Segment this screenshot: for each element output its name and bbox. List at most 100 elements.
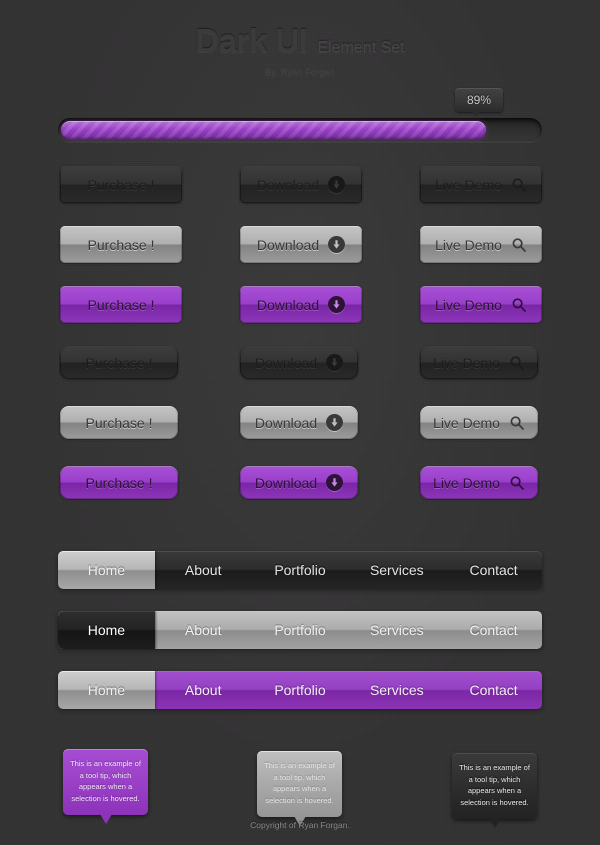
progress-bar[interactable] bbox=[58, 118, 542, 142]
button-cell: Purchase ! bbox=[60, 346, 178, 379]
button-cell: Live Demo bbox=[420, 286, 542, 323]
nav-item-portfolio[interactable]: Portfolio bbox=[252, 611, 349, 649]
purchase-button[interactable]: Purchase ! bbox=[60, 406, 178, 439]
download-button[interactable]: Download bbox=[240, 166, 362, 203]
page-header: Dark UI Element Set By, Ryan Forgan bbox=[0, 22, 600, 77]
button-cell: Live Demo bbox=[420, 466, 538, 499]
button-label: Purchase ! bbox=[87, 236, 155, 253]
nav-item-about[interactable]: About bbox=[155, 551, 252, 589]
button-cell: Download bbox=[240, 226, 362, 263]
purchase-button[interactable]: Purchase ! bbox=[60, 226, 182, 263]
nav-item-label: Home bbox=[87, 682, 126, 698]
navbar-purple[interactable]: Home About Portfolio Services Contact bbox=[58, 671, 542, 709]
navbar-dark[interactable]: Home About Portfolio Services Contact bbox=[58, 551, 542, 589]
title-main: Dark UI bbox=[195, 22, 308, 59]
button-cell: Purchase ! bbox=[60, 166, 182, 203]
button-cell: Live Demo bbox=[420, 226, 542, 263]
nav-item-services[interactable]: Services bbox=[348, 551, 445, 589]
button-cell: Live Demo bbox=[420, 166, 542, 203]
button-row: Purchase ! Download Live Demo bbox=[0, 346, 600, 406]
button-label: Live Demo bbox=[433, 474, 500, 491]
live-demo-button[interactable]: Live Demo bbox=[420, 166, 542, 203]
button-cell: Purchase ! bbox=[60, 286, 182, 323]
tooltip-silver: This is an example of a tool tip, which … bbox=[257, 751, 342, 825]
nav-item-about[interactable]: About bbox=[155, 671, 252, 709]
nav-item-portfolio[interactable]: Portfolio bbox=[252, 551, 349, 589]
nav-item-home[interactable]: Home bbox=[58, 611, 155, 649]
nav-item-contact[interactable]: Contact bbox=[445, 611, 542, 649]
nav-item-contact[interactable]: Contact bbox=[445, 551, 542, 589]
tooltip-text: This is an example of a tool tip, which … bbox=[264, 761, 335, 805]
nav-item-label: Services bbox=[369, 682, 424, 698]
button-row: Purchase ! Download Live Demo bbox=[0, 226, 600, 286]
purchase-button[interactable]: Purchase ! bbox=[60, 286, 182, 323]
nav-item-label: About bbox=[184, 562, 222, 578]
live-demo-button[interactable]: Live Demo bbox=[420, 346, 538, 379]
magnifier-search-icon bbox=[509, 415, 525, 431]
nav-item-portfolio[interactable]: Portfolio bbox=[252, 671, 349, 709]
download-circle-arrow-icon bbox=[328, 236, 346, 253]
button-cell: Download bbox=[240, 346, 358, 379]
purchase-button[interactable]: Purchase ! bbox=[60, 346, 178, 379]
author-byline: By, Ryan Forgan bbox=[265, 67, 335, 77]
download-button[interactable]: Download bbox=[240, 406, 358, 439]
purchase-button[interactable]: Purchase ! bbox=[60, 466, 178, 499]
live-demo-button[interactable]: Live Demo bbox=[420, 466, 538, 499]
button-cell: Download bbox=[240, 166, 362, 203]
button-cell: Download bbox=[240, 286, 362, 323]
tooltip-purple: This is an example of a tool tip, which … bbox=[63, 749, 148, 823]
button-label: Live Demo bbox=[435, 236, 502, 253]
nav-item-services[interactable]: Services bbox=[348, 671, 445, 709]
nav-item-about[interactable]: About bbox=[155, 611, 252, 649]
button-cell: Download bbox=[240, 406, 358, 439]
download-button[interactable]: Download bbox=[240, 286, 362, 323]
button-label: Live Demo bbox=[435, 176, 502, 193]
tooltip-dark: This is an example of a tool tip, which … bbox=[452, 753, 537, 827]
button-cell: Purchase ! bbox=[60, 226, 182, 263]
nav-item-label: Portfolio bbox=[274, 622, 326, 638]
nav-item-label: Portfolio bbox=[274, 682, 326, 698]
button-label: Download bbox=[254, 414, 318, 431]
download-button[interactable]: Download bbox=[240, 346, 358, 379]
progress-percent-label: 89% bbox=[466, 93, 492, 107]
button-label: Live Demo bbox=[433, 414, 500, 431]
purchase-button[interactable]: Purchase ! bbox=[60, 166, 182, 203]
download-button[interactable]: Download bbox=[240, 226, 362, 263]
button-grid: Purchase ! Download Live Demo Purchase ! Dow… bbox=[0, 166, 600, 526]
nav-item-label: Contact bbox=[469, 562, 518, 578]
button-row: Purchase ! Download Live Demo bbox=[0, 286, 600, 346]
magnifier-search-icon bbox=[511, 237, 527, 253]
download-circle-arrow-icon bbox=[328, 176, 346, 193]
button-label: Download bbox=[254, 354, 318, 371]
button-label: Live Demo bbox=[435, 296, 502, 313]
live-demo-button[interactable]: Live Demo bbox=[420, 286, 542, 323]
live-demo-button[interactable]: Live Demo bbox=[420, 226, 542, 263]
magnifier-search-icon bbox=[511, 297, 527, 313]
tooltip-text: This is an example of a tool tip, which … bbox=[459, 763, 530, 807]
nav-item-label: About bbox=[184, 622, 222, 638]
title-subtitle: Element Set bbox=[317, 39, 405, 56]
button-label: Purchase ! bbox=[87, 176, 155, 193]
magnifier-search-icon bbox=[511, 177, 527, 193]
progress-fill bbox=[61, 121, 487, 139]
button-label: Download bbox=[256, 296, 320, 313]
button-cell: Purchase ! bbox=[60, 406, 178, 439]
nav-item-label: Contact bbox=[469, 682, 518, 698]
live-demo-button[interactable]: Live Demo bbox=[420, 406, 538, 439]
nav-item-services[interactable]: Services bbox=[348, 611, 445, 649]
button-label: Download bbox=[256, 176, 320, 193]
button-row: Purchase ! Download Live Demo bbox=[0, 406, 600, 466]
download-button[interactable]: Download bbox=[240, 466, 358, 499]
progress-track[interactable] bbox=[58, 118, 542, 142]
nav-item-home[interactable]: Home bbox=[58, 551, 155, 589]
button-label: Purchase ! bbox=[87, 296, 155, 313]
button-label: Download bbox=[256, 236, 320, 253]
navbar-silver[interactable]: Home About Portfolio Services Contact bbox=[58, 611, 542, 649]
button-cell: Purchase ! bbox=[60, 466, 178, 499]
nav-item-label: Services bbox=[369, 622, 424, 638]
nav-item-label: Services bbox=[369, 562, 424, 578]
nav-item-contact[interactable]: Contact bbox=[445, 671, 542, 709]
nav-item-home[interactable]: Home bbox=[58, 671, 155, 709]
nav-item-label: Portfolio bbox=[274, 562, 326, 578]
button-label: Purchase ! bbox=[85, 474, 153, 491]
